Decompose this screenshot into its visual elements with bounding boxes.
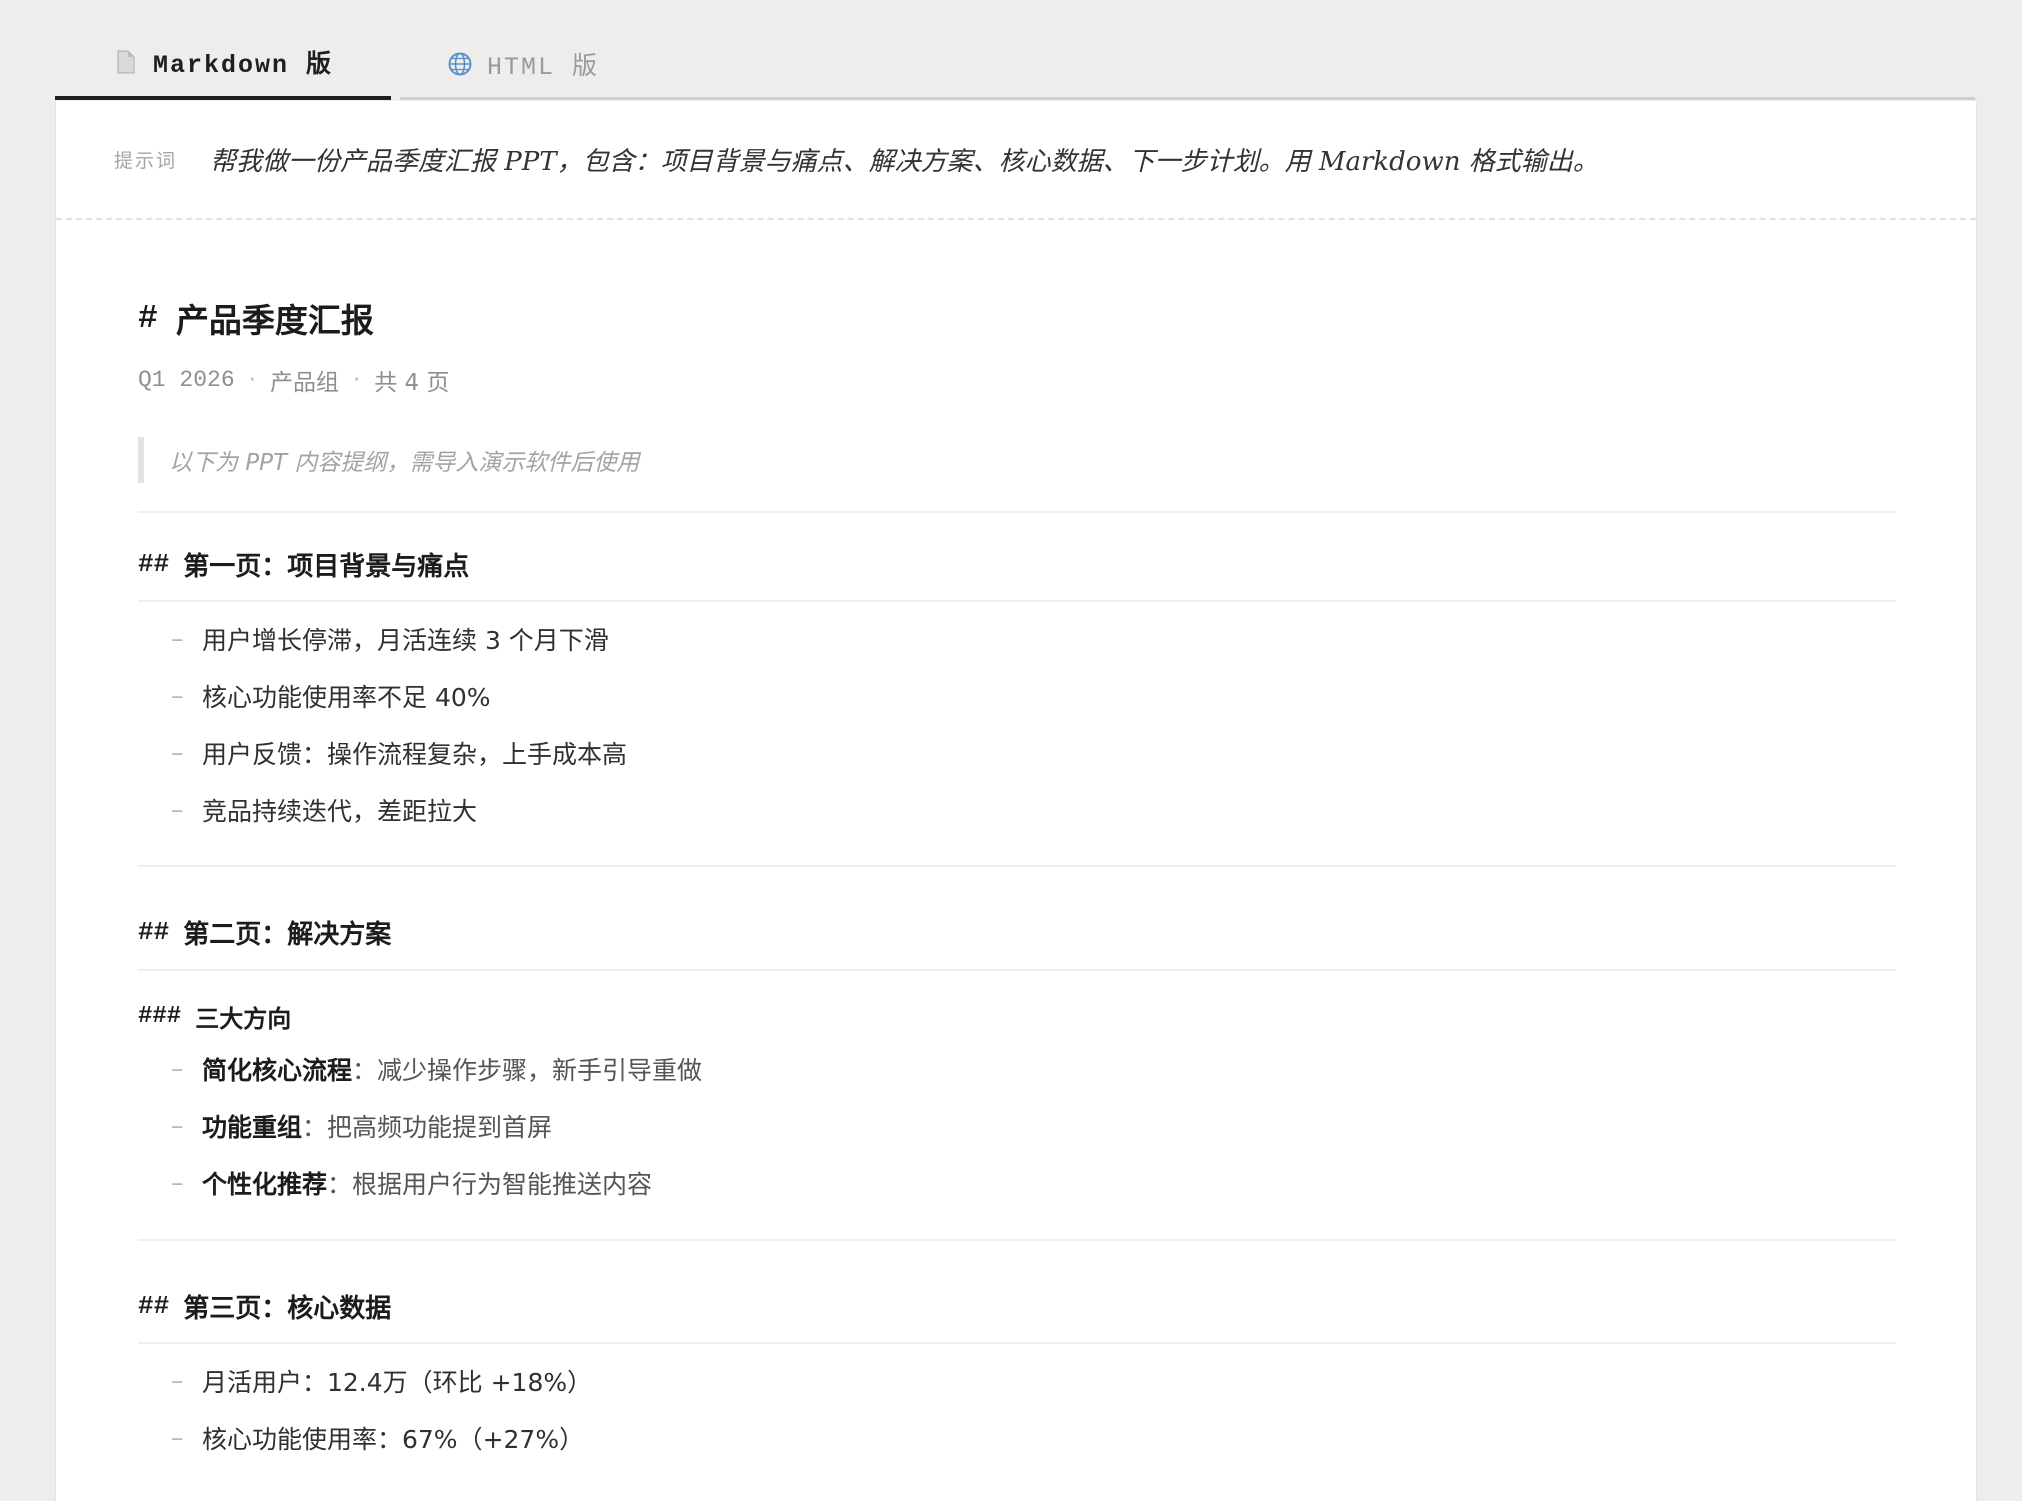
tab-markdown-label: Markdown 版 [153,51,334,80]
section-heading: ## 第三页：核心数据 [138,1287,1896,1325]
list-item-text: 竞品持续迭代，差距拉大 [202,796,478,826]
bullet-list: – 月活用户：12.4万（环比 +18%） – 核心功能使用率：67%（+27%） [138,1352,1896,1466]
list-item: – 核心功能使用率：67%（+27%） [138,1409,1896,1466]
title-text: 产品季度汇报 [175,301,374,340]
h2-marker: ## [138,917,170,947]
list-item: – 用户增长停滞，月活连续 3 个月下滑 [138,610,1896,667]
meta-period: Q1 2026 [138,367,235,393]
meta-pages: 共 4 页 [374,370,450,396]
list-item: – 简化核心流程 ：减少操作步骤，新手引导重做 [138,1040,1896,1097]
dash-marker: – [171,1168,184,1197]
list-item: – 功能重组 ：把高频功能提到首屏 [138,1097,1896,1154]
subsection-heading-text: 三大方向 [195,1004,292,1033]
tab-html[interactable]: HTML 版 [391,28,657,100]
bullet-list: – 用户增长停滞，月活连续 3 个月下滑 – 核心功能使用率不足 40% – 用户反馈… [138,610,1896,838]
section-heading: ## 第一页：项目背景与痛点 [138,545,1896,583]
page-title: # 产品季度汇报 [138,294,1896,342]
list-item-text: 核心功能使用率：67%（+27%） [202,1424,585,1454]
subsection-heading: ### 三大方向 [138,998,1896,1034]
bullet-list: – 简化核心流程 ：减少操作步骤，新手引导重做 – 功能重组 ：把高频功能提到首屏 – 个… [138,1040,1896,1211]
divider [138,1239,1896,1241]
list-item-text: 月活用户：12.4万（环比 +18%） [202,1367,593,1397]
prompt-bar: 提示词 帮我做一份产品季度汇报 PPT，包含：项目背景与痛点、解决方案、核心数据… [56,101,1976,220]
heading-underline [138,600,1896,602]
list-item: – 核心功能使用率不足 40% [138,667,1896,724]
list-item: – 竞品持续迭代，差距拉大 [138,781,1896,838]
blockquote: 以下为 PPT 内容提纲，需导入演示软件后使用 [138,437,1896,483]
prompt-text: 帮我做一份产品季度汇报 PPT，包含：项目背景与痛点、解决方案、核心数据、下一步… [210,147,1599,177]
prompt-label: 提示词 [114,150,178,172]
meta-line: Q1 2026 · 产品组 · 共 4 页 [138,363,1896,397]
dash-marker: – [171,795,184,824]
list-item-bold: 个性化推荐 [202,1169,328,1199]
tab-html-label: HTML 版 [487,53,600,82]
list-item-text: ：把高频功能提到首屏 [302,1112,553,1142]
list-item-text: 用户增长停滞，月活连续 3 个月下滑 [202,625,609,655]
dash-marker: – [171,1111,184,1140]
tab-markdown[interactable]: Markdown 版 [55,28,392,100]
meta-team: 产品组 [269,370,339,396]
dash-marker: – [171,1366,184,1395]
list-item-text: ：减少操作步骤，新手引导重做 [352,1055,703,1085]
h2-marker: ## [138,549,170,579]
list-item-text: ：根据用户行为智能推送内容 [327,1169,653,1199]
h3-marker: ### [138,1002,182,1030]
meta-separator: · [352,367,361,393]
tab-underline [400,97,1975,100]
h1-marker: # [138,299,158,337]
globe-icon [447,51,473,77]
meta-separator: · [248,367,256,393]
divider [138,865,1896,867]
section-heading-text: 第三页：核心数据 [183,1293,392,1324]
document-icon [113,49,139,75]
list-item-text: 核心功能使用率不足 40% [202,682,491,712]
dash-marker: – [171,624,184,653]
divider [138,511,1896,513]
section-heading-text: 第一页：项目背景与痛点 [183,551,470,582]
list-item: – 用户反馈：操作流程复杂，上手成本高 [138,724,1896,781]
h2-marker: ## [138,1291,170,1321]
dash-marker: – [171,681,184,710]
dash-marker: – [171,1054,184,1083]
heading-underline [138,1342,1896,1344]
list-item-bold: 简化核心流程 [202,1055,353,1085]
list-item: – 个性化推荐 ：根据用户行为智能推送内容 [138,1154,1896,1211]
heading-underline [138,969,1896,971]
list-item-bold: 功能重组 [202,1112,303,1142]
dash-marker: – [171,738,184,767]
section-heading: ## 第二页：解决方案 [138,913,1896,951]
list-item-text: 用户反馈：操作流程复杂，上手成本高 [202,739,628,769]
markdown-document: # 产品季度汇报 Q1 2026 · 产品组 · 共 4 页 以下为 PPT 内… [138,271,1896,1466]
tab-bar: Markdown 版 HTML 版 [55,28,1975,100]
content-panel: 提示词 帮我做一份产品季度汇报 PPT，包含：项目背景与痛点、解决方案、核心数据… [55,101,1977,1501]
dash-marker: – [171,1423,184,1452]
list-item: – 月活用户：12.4万（环比 +18%） [138,1352,1896,1409]
section-heading-text: 第二页：解决方案 [183,919,392,950]
